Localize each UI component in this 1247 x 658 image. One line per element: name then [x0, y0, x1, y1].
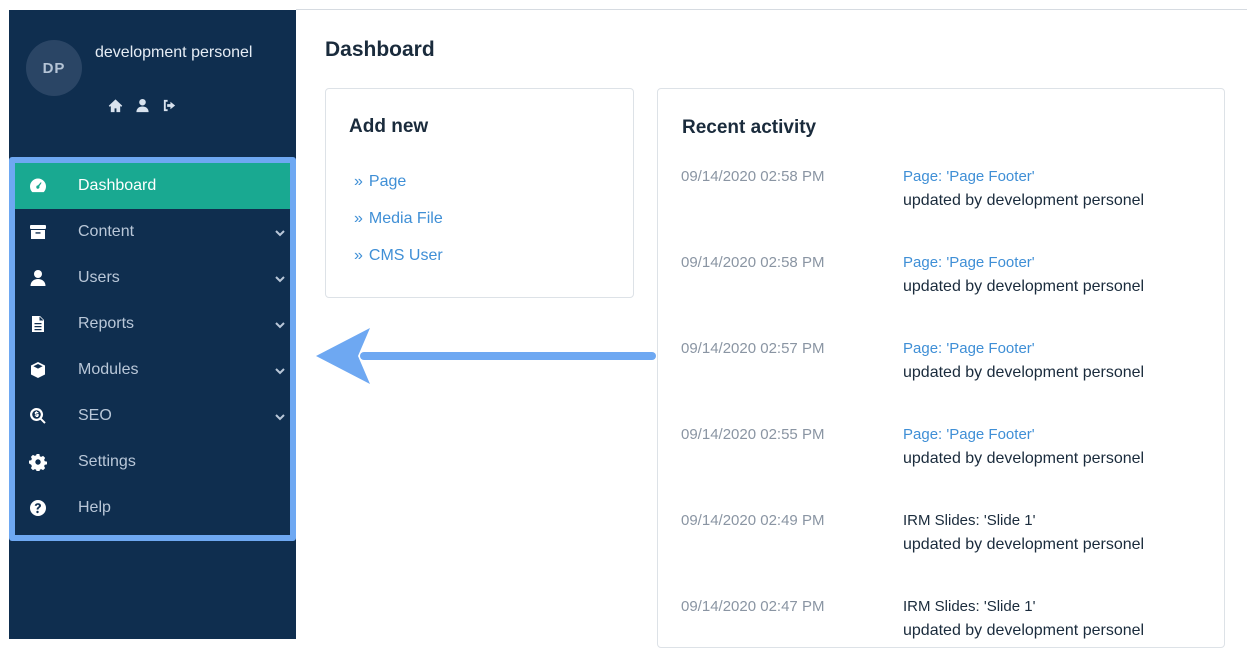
activity-title: IRM Slides: 'Slide 1' — [903, 598, 1036, 615]
add-new-title: Add new — [349, 116, 429, 137]
activity-description: updated by development personel — [903, 536, 1145, 553]
activity-item: 09/14/2020 02:58 PM Page: 'Page Footer' … — [681, 168, 1211, 228]
activity-description: updated by development personel — [903, 364, 1145, 381]
nav-item-reports[interactable]: Reports — [15, 301, 290, 347]
chevron-down-icon — [274, 318, 286, 330]
add-link-label: Page — [368, 173, 407, 190]
activity-description: updated by development personel — [903, 278, 1145, 295]
double-chevron-right-icon: » — [354, 173, 363, 190]
nav-label: Users — [78, 269, 120, 286]
add-page-link[interactable]: » Page — [354, 173, 406, 191]
activity-title-link[interactable]: Page: 'Page Footer' — [903, 426, 1035, 443]
arrow-left-annotation — [316, 328, 656, 384]
main-top-border — [296, 9, 1247, 10]
recent-activity-title: Recent activity — [682, 117, 817, 138]
nav-label: Settings — [78, 453, 136, 470]
recent-activity-card: Recent activity 09/14/2020 02:58 PM Page… — [657, 88, 1225, 648]
activity-item: 09/14/2020 02:57 PM Page: 'Page Footer' … — [681, 340, 1211, 400]
activity-title: IRM Slides: 'Slide 1' — [903, 512, 1036, 529]
gear-icon — [29, 453, 47, 472]
activity-date: 09/14/2020 02:58 PM — [681, 254, 825, 271]
double-chevron-right-icon: » — [354, 247, 363, 264]
add-new-card: Add new » Page » Media File » CMS User — [325, 88, 634, 298]
activity-date: 09/14/2020 02:57 PM — [681, 340, 825, 357]
profile-actions — [108, 98, 177, 113]
chevron-down-icon — [274, 364, 286, 376]
activity-description: updated by development personel — [903, 192, 1145, 209]
chevron-down-icon — [274, 226, 286, 238]
nav-item-seo[interactable]: SEO — [15, 393, 290, 439]
activity-item: 09/14/2020 02:49 PM IRM Slides: 'Slide 1… — [681, 512, 1211, 572]
activity-title-link[interactable]: Page: 'Page Footer' — [903, 168, 1035, 185]
nav-label: Modules — [78, 361, 139, 378]
user-name: development personel — [95, 44, 253, 61]
home-icon[interactable] — [108, 98, 123, 113]
activity-title-link[interactable]: Page: 'Page Footer' — [903, 254, 1035, 271]
activity-item: 09/14/2020 02:47 PM IRM Slides: 'Slide 1… — [681, 598, 1211, 658]
file-icon — [29, 315, 47, 333]
activity-description: updated by development personel — [903, 450, 1145, 467]
nav-label: Dashboard — [78, 177, 157, 194]
user-icon — [29, 269, 47, 287]
add-link-label: CMS User — [368, 247, 443, 264]
sign-out-icon[interactable] — [162, 98, 177, 113]
search-dollar-icon — [29, 407, 47, 425]
chevron-down-icon — [274, 410, 286, 422]
activity-date: 09/14/2020 02:55 PM — [681, 426, 825, 443]
nav-item-modules[interactable]: Modules — [15, 347, 290, 393]
cube-icon — [29, 361, 47, 379]
page-title: Dashboard — [325, 38, 435, 61]
chevron-down-icon — [274, 272, 286, 284]
user-icon[interactable] — [135, 98, 150, 113]
nav-item-help[interactable]: Help — [15, 485, 290, 531]
activity-title-link[interactable]: Page: 'Page Footer' — [903, 340, 1035, 357]
activity-date: 09/14/2020 02:49 PM — [681, 512, 825, 529]
nav-label: Reports — [78, 315, 135, 332]
nav-label: SEO — [78, 407, 112, 424]
activity-description: updated by development personel — [903, 622, 1145, 639]
add-link-label: Media File — [368, 210, 443, 227]
add-media-file-link[interactable]: » Media File — [354, 210, 443, 228]
dashboard-icon — [29, 177, 47, 195]
activity-date: 09/14/2020 02:47 PM — [681, 598, 825, 615]
main-navigation: Dashboard Content Users Reports Modules … — [9, 157, 296, 541]
nav-item-dashboard[interactable]: Dashboard — [15, 163, 290, 209]
activity-item: 09/14/2020 02:55 PM Page: 'Page Footer' … — [681, 426, 1211, 486]
sidebar: DP development personel Dashboard Conten… — [9, 10, 296, 639]
activity-item: 09/14/2020 02:58 PM Page: 'Page Footer' … — [681, 254, 1211, 314]
nav-label: Help — [78, 499, 111, 516]
nav-label: Content — [78, 223, 135, 240]
avatar: DP — [26, 40, 82, 96]
archive-icon — [29, 223, 47, 241]
nav-item-content[interactable]: Content — [15, 209, 290, 255]
activity-date: 09/14/2020 02:58 PM — [681, 168, 825, 185]
user-profile: DP development personel — [9, 10, 296, 153]
nav-item-users[interactable]: Users — [15, 255, 290, 301]
add-cms-user-link[interactable]: » CMS User — [354, 247, 443, 265]
question-circle-icon — [29, 499, 47, 517]
double-chevron-right-icon: » — [354, 210, 363, 227]
nav-item-settings[interactable]: Settings — [15, 439, 290, 485]
